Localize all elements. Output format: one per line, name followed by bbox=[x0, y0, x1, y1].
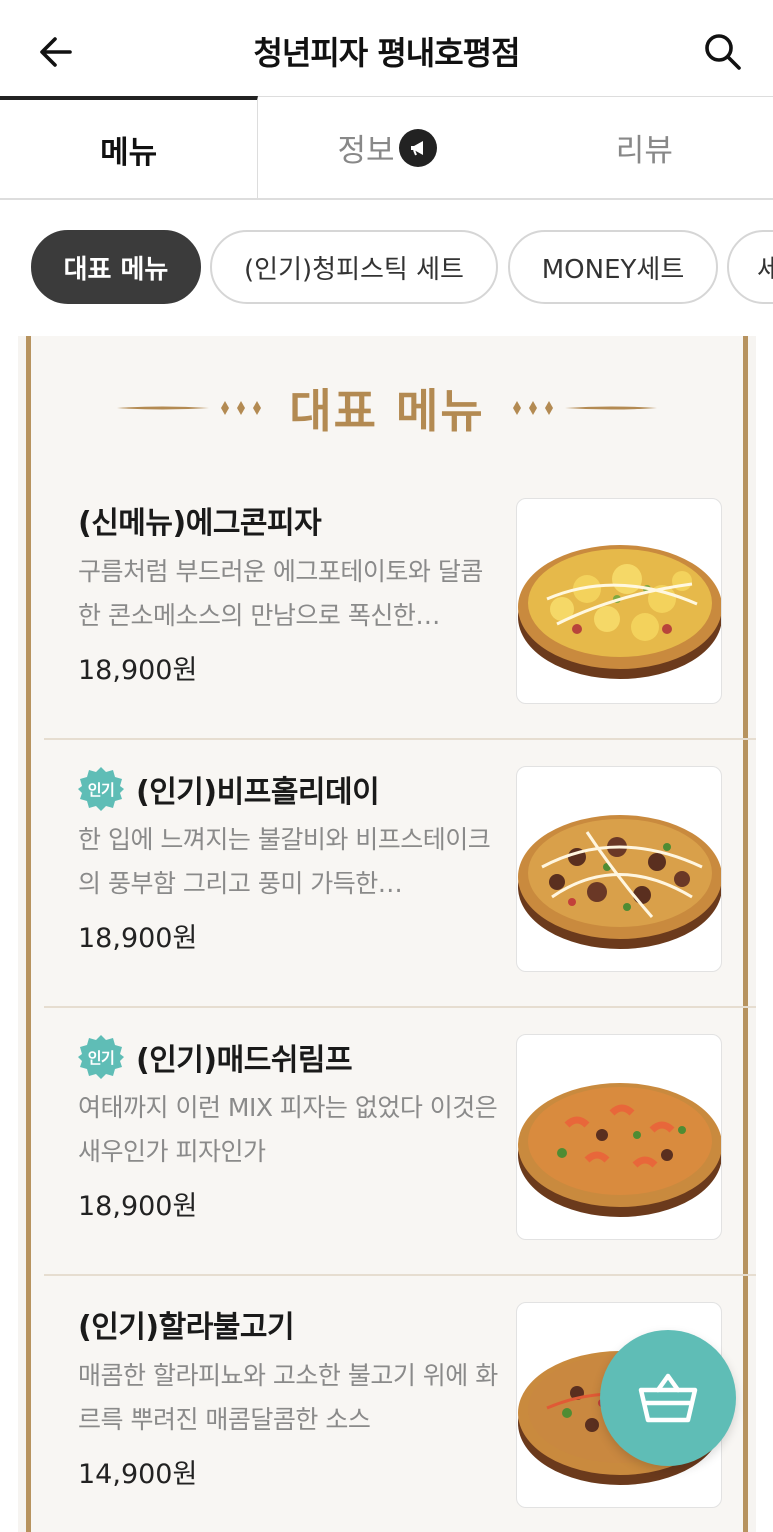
tab-menu-label: 메뉴 bbox=[100, 134, 158, 171]
section-title: 대표 메뉴 bbox=[289, 384, 485, 438]
popular-badge-text: 인기 bbox=[88, 1049, 115, 1067]
menu-item-name: 인기 (인기)비프홀리데이 bbox=[78, 766, 380, 812]
page-title: 청년피자 평내호평점 bbox=[253, 34, 520, 72]
chip-money-set[interactable]: MONEY세트 bbox=[508, 230, 718, 304]
menu-item-description: 매콤한 할라피뇨와 고소한 불고기 위에 화르륵 뿌려진 매콤달콤한 소스 bbox=[78, 1361, 498, 1434]
menu-item-name: 인기 (인기)매드쉬림프 bbox=[78, 1034, 353, 1080]
menu-item-description: 한 입에 느껴지는 불갈비와 비프스테이크의 풍부함 그리고 풍미 가득한… bbox=[78, 825, 491, 898]
menu-item-description: 여태까지 이런 MIX 피자는 없었다 이것은 새우인가 피자인가 bbox=[78, 1093, 498, 1166]
item-name-text: (인기)매드쉬림프 bbox=[136, 1043, 353, 1078]
tab-menu[interactable]: 메뉴 bbox=[0, 96, 259, 198]
popular-badge-icon: 인기 bbox=[78, 766, 124, 812]
chip-label: (인기)청피스틱 세트 bbox=[244, 254, 464, 285]
menu-item[interactable]: (신메뉴)에그콘피자 구름처럼 부드러운 에그포테이토와 달콤한 콘소메소스의 … bbox=[44, 470, 756, 740]
tab-info-label: 정보 bbox=[337, 133, 395, 169]
category-chips: 대표 메뉴 (인기)청피스틱 세트 MONEY세트 세 bbox=[0, 226, 773, 306]
item-name-text: (신메뉴)에그콘피자 bbox=[78, 506, 322, 541]
section-header: 대표 메뉴 bbox=[31, 378, 743, 438]
ornament-left-icon bbox=[117, 396, 267, 420]
tab-info[interactable]: 정보 bbox=[258, 96, 516, 198]
menu-item[interactable]: 인기 (인기)매드쉬림프 여태까지 이런 MIX 피자는 없었다 이것은 새우인… bbox=[44, 1006, 756, 1276]
search-icon bbox=[705, 34, 741, 70]
chip-popular-stick-set[interactable]: (인기)청피스틱 세트 bbox=[210, 230, 498, 304]
popular-badge-icon: 인기 bbox=[78, 1034, 124, 1080]
tab-bar: 메뉴 정보 리뷰 bbox=[0, 96, 773, 200]
pizza-image[interactable] bbox=[516, 1034, 722, 1240]
menu-item-description: 구름처럼 부드러운 에그포테이토와 달콤한 콘소메소스의 만남으로 폭신한… bbox=[78, 557, 483, 630]
popular-badge-text: 인기 bbox=[88, 781, 115, 799]
chip-label: 대표 메뉴 bbox=[63, 254, 169, 285]
menu-item[interactable]: 인기 (인기)비프홀리데이 한 입에 느껴지는 불갈비와 비프스테이크의 풍부함… bbox=[44, 738, 756, 1008]
chip-signature-menu[interactable]: 대표 메뉴 bbox=[31, 230, 201, 304]
chip-label: 세 bbox=[757, 254, 773, 285]
basket-icon bbox=[638, 1373, 698, 1423]
menu-item-price: 18,900원 bbox=[78, 1191, 198, 1222]
menu-item-name: (신메뉴)에그콘피자 bbox=[78, 498, 322, 542]
tab-reviews-label: 리뷰 bbox=[615, 133, 673, 169]
pizza-image[interactable] bbox=[516, 498, 722, 704]
chip-set[interactable]: 세 bbox=[727, 230, 773, 304]
megaphone-icon bbox=[398, 128, 437, 167]
menu-item-name: (인기)할라불고기 bbox=[78, 1302, 295, 1346]
search-button[interactable] bbox=[697, 28, 749, 76]
menu-item-price: 14,900원 bbox=[78, 1459, 198, 1490]
menu-item-price: 18,900원 bbox=[78, 923, 198, 954]
chip-label: MONEY세트 bbox=[541, 254, 685, 285]
item-name-text: (인기)할라불고기 bbox=[78, 1310, 295, 1345]
menu-item-price: 18,900원 bbox=[78, 655, 198, 686]
item-name-text: (인기)비프홀리데이 bbox=[136, 775, 380, 810]
header: 청년피자 평내호평점 bbox=[0, 0, 773, 98]
ornament-right-icon bbox=[507, 396, 657, 420]
pizza-image[interactable] bbox=[516, 766, 722, 972]
tab-reviews[interactable]: 리뷰 bbox=[515, 96, 773, 198]
cart-button[interactable] bbox=[600, 1330, 736, 1466]
